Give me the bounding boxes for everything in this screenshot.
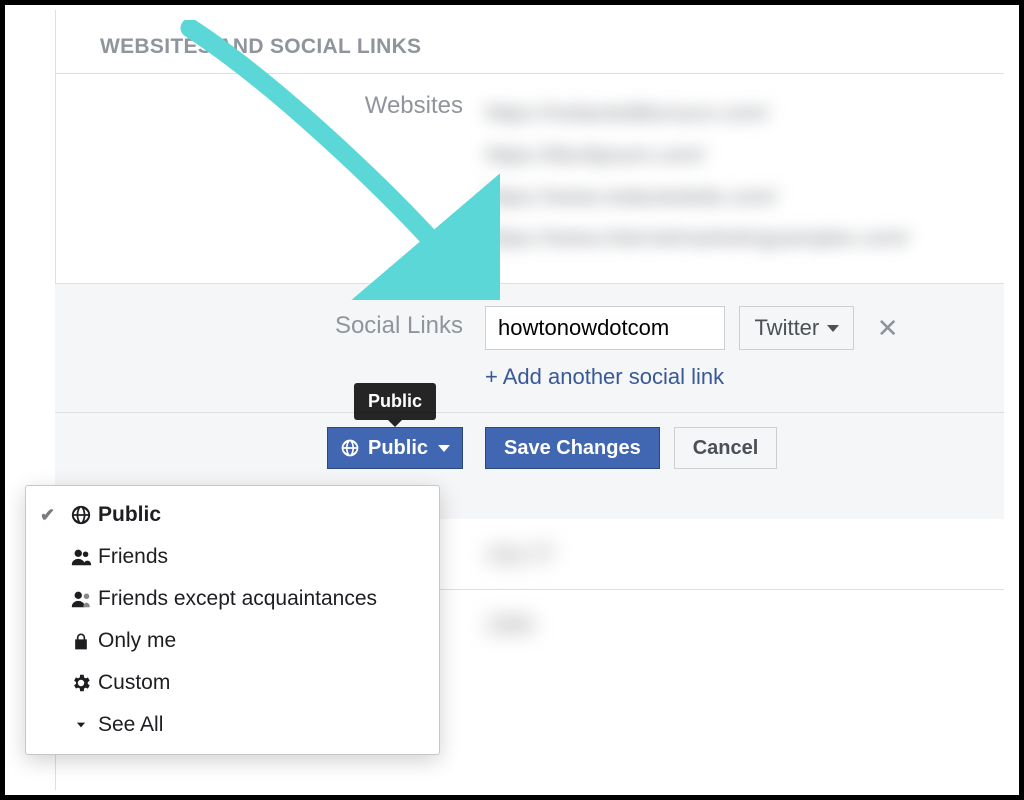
privacy-option-see-all[interactable]: See All: [26, 704, 439, 746]
social-platform-dropdown[interactable]: Twitter: [739, 306, 854, 350]
lock-icon: [64, 630, 98, 652]
social-links-panel: Social Links Twitter ✕ + Add another soc…: [55, 284, 1004, 519]
privacy-option-label: Friends: [98, 545, 168, 569]
cancel-button[interactable]: Cancel: [674, 427, 778, 469]
app-frame: WEBSITES AND SOCIAL LINKS Websites https…: [0, 0, 1024, 800]
privacy-option-only-me[interactable]: Only me: [26, 620, 439, 662]
save-button[interactable]: Save Changes: [485, 427, 660, 469]
privacy-option-label: Custom: [98, 671, 170, 695]
privacy-option-label: Public: [98, 503, 161, 527]
check-icon: ✔: [40, 505, 64, 526]
privacy-option-label: See All: [98, 713, 163, 737]
privacy-tooltip: Public: [354, 383, 436, 420]
caret-down-icon: [438, 445, 450, 452]
privacy-option-friends-except[interactable]: Friends except acquaintances: [26, 578, 439, 620]
privacy-option-custom[interactable]: Custom: [26, 662, 439, 704]
websites-label: Websites: [55, 74, 485, 283]
actions-row: Public Public Save Changes Cancel: [55, 413, 1004, 493]
friends-icon: [64, 546, 98, 568]
globe-icon: [64, 504, 98, 526]
privacy-menu: ✔ Public Friends Friends except acquaint…: [25, 485, 440, 755]
privacy-cell: Public Public: [55, 427, 485, 469]
privacy-option-label: Only me: [98, 629, 176, 653]
social-links-label: Social Links: [55, 306, 485, 390]
caret-down-icon: [827, 325, 839, 332]
social-username-input[interactable]: [485, 306, 725, 350]
remove-social-link-button[interactable]: ✕: [877, 313, 899, 344]
social-edit-row: Social Links Twitter ✕ + Add another soc…: [55, 306, 1004, 413]
privacy-option-friends[interactable]: Friends: [26, 536, 439, 578]
privacy-option-public[interactable]: ✔ Public: [26, 494, 439, 536]
websites-row: Websites https://redactedblurryco.com/ h…: [55, 74, 1004, 284]
gear-icon: [64, 672, 98, 694]
social-platform-label: Twitter: [754, 315, 819, 341]
redacted-text: https://redactedblurryco.com/ https://bl…: [485, 92, 1004, 259]
globe-icon: [340, 438, 360, 458]
privacy-option-label: Friends except acquaintances: [98, 587, 377, 611]
add-social-link-button[interactable]: + Add another social link: [485, 364, 1004, 390]
caret-down-icon: [64, 718, 98, 732]
section-header: WEBSITES AND SOCIAL LINKS: [55, 5, 1004, 74]
buttons-cell: Save Changes Cancel: [485, 427, 1004, 469]
privacy-selector-button[interactable]: Public Public: [327, 427, 463, 469]
websites-values: https://redactedblurryco.com/ https://bl…: [485, 74, 1004, 283]
friends-except-icon: [64, 588, 98, 610]
social-edit-content: Twitter ✕ + Add another social link: [485, 306, 1004, 390]
privacy-button-label: Public: [368, 437, 428, 460]
